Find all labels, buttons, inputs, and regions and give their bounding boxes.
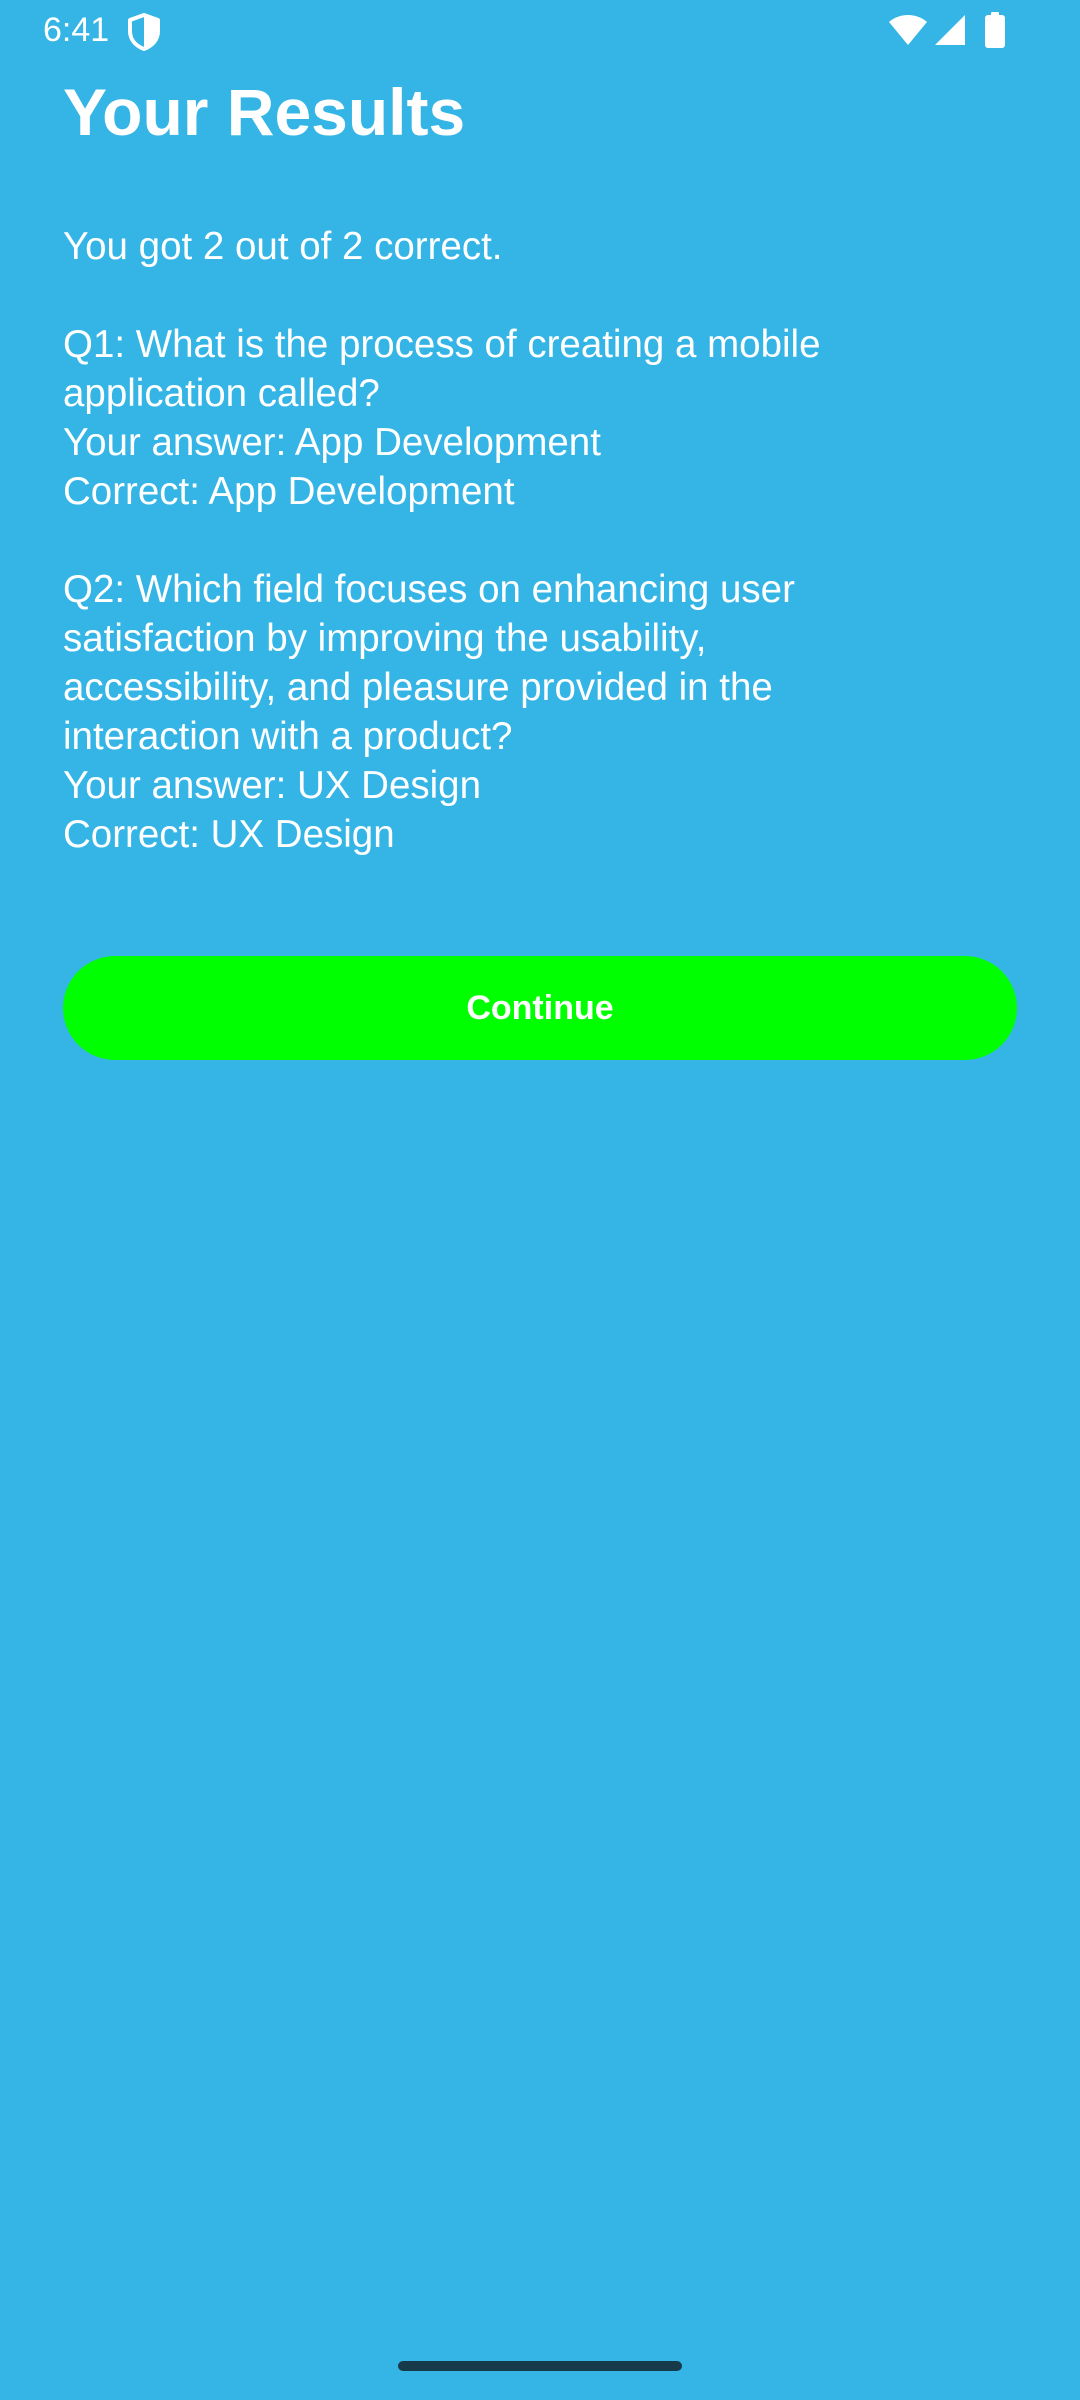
question-2-text-line-3: accessibility, and pleasure provided in … [63, 666, 773, 709]
status-time: 6:41 [43, 11, 110, 49]
page-title: Your Results [63, 75, 466, 149]
signal-icon [935, 15, 965, 45]
score-text: You got 2 out of 2 correct. [63, 225, 503, 268]
question-2-text-line-2: satisfaction by improving the usability, [63, 617, 707, 660]
question-1-correct-answer: Correct: App Development [63, 470, 515, 513]
status-bar: 6:41 [0, 0, 1080, 62]
continue-button[interactable]: Continue [63, 956, 1017, 1060]
shield-icon [128, 13, 160, 51]
question-1-text-line-1: Q1: What is the process of creating a mo… [63, 323, 821, 366]
question-2-your-answer: Your answer: UX Design [63, 764, 482, 807]
question-1-text-line-2: application called? [63, 372, 380, 415]
results-summary: You got 2 out of 2 correct. Q1: What is … [63, 222, 1023, 859]
question-2-correct-answer: Correct: UX Design [63, 813, 395, 856]
wifi-icon [889, 15, 927, 45]
question-2-text-line-1: Q2: Which field focuses on enhancing use… [63, 568, 795, 611]
question-2-text-line-4: interaction with a product? [63, 715, 513, 758]
battery-icon [985, 12, 1005, 48]
question-1-your-answer: Your answer: App Development [63, 421, 601, 464]
home-indicator[interactable] [398, 2361, 682, 2371]
